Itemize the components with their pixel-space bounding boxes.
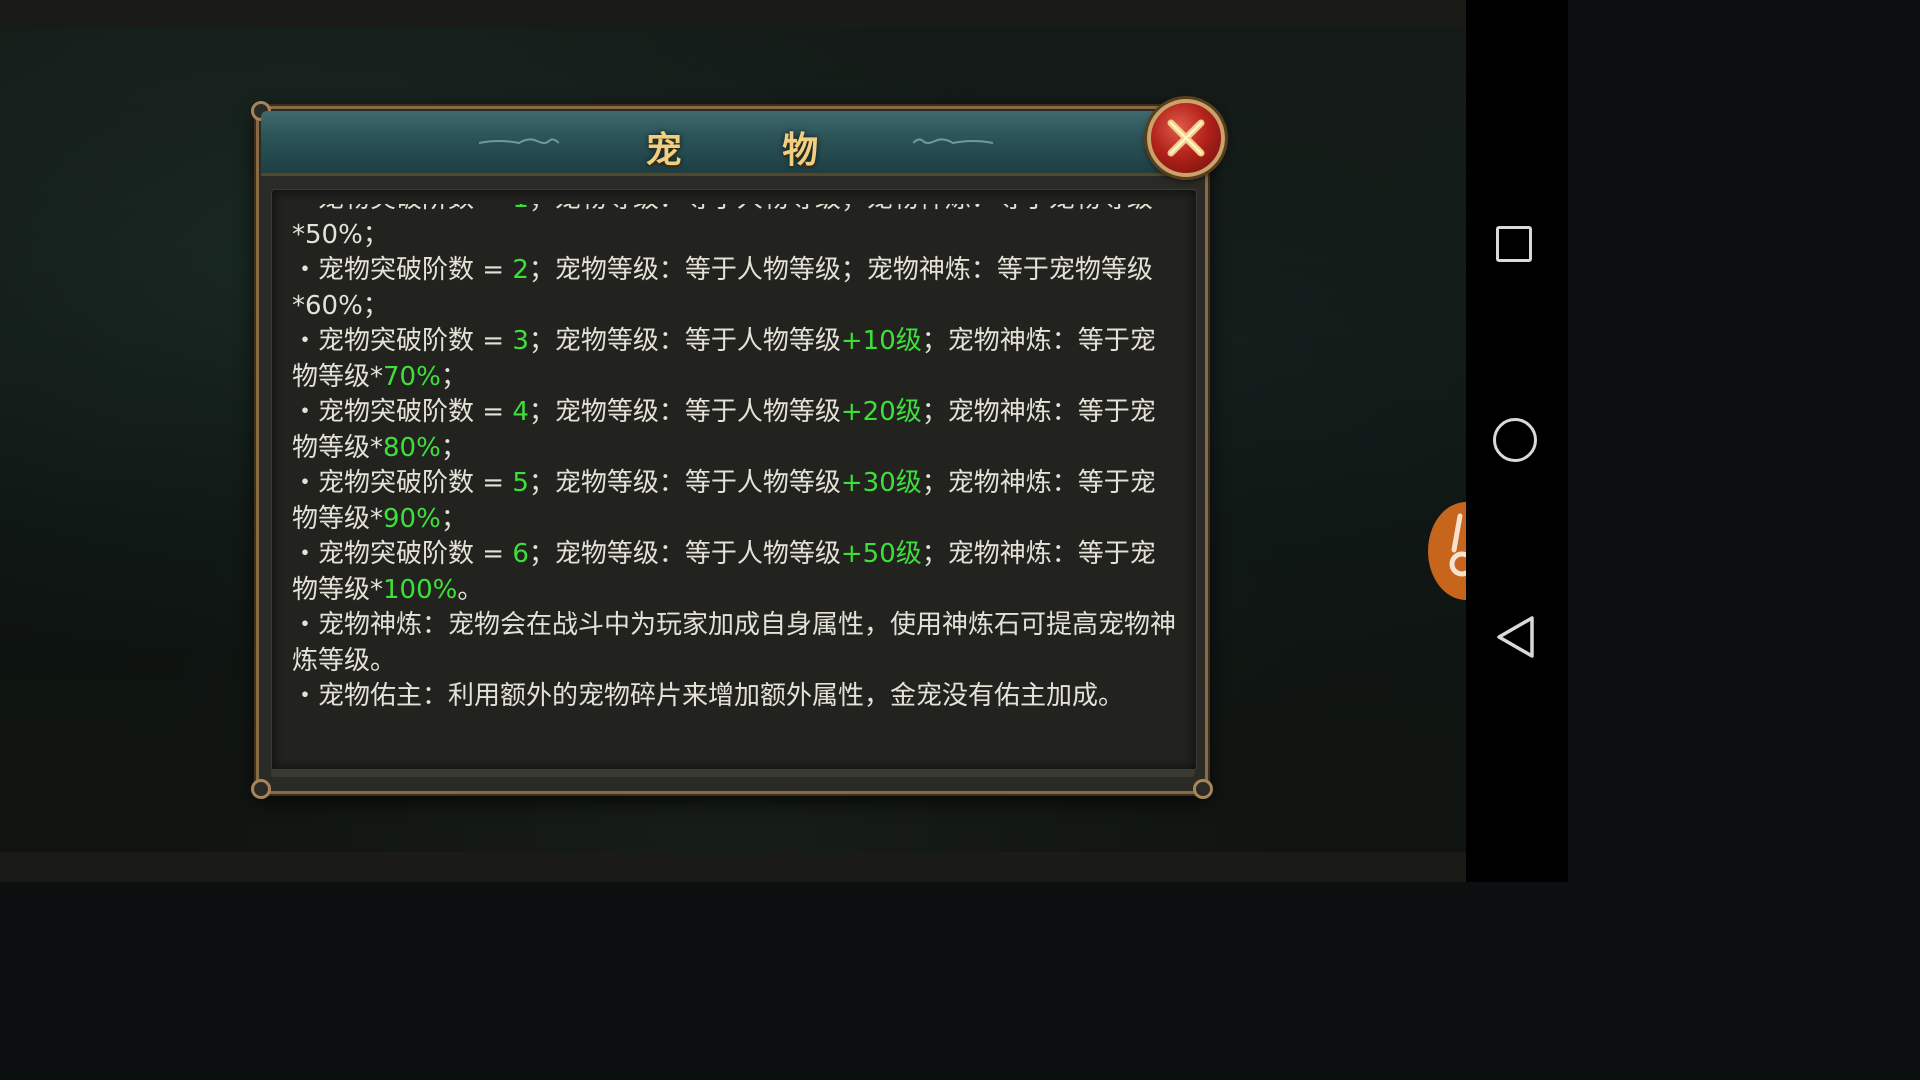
pet-info-dialog: 宠 物 ・宠物突破阶数 = 1；宠物等级：等于人物等级；宠物神炼：等于宠物等级*… [251,99,1225,799]
rule-entry: ・宠物神炼：宠物会在战斗中为玩家加成自身属性，使用神炼石可提高宠物神炼等级。 [292,608,1180,679]
rule-text: ；宠物等级：等于人物等级 [528,539,841,569]
rule-text: ・宠物突破阶数 = [292,539,513,569]
rule-entry: ・宠物突破阶数 = 6；宠物等级：等于人物等级+50级；宠物神炼：等于宠物等级*… [292,537,1180,608]
rule-text: ・宠物突破阶数 = [292,397,513,427]
game-bottom-strip [0,852,1466,882]
rule-text: ・宠物突破阶数 = [292,204,512,214]
highlight-value: 3 [512,326,529,356]
dialog-title-bar: 宠 物 [261,111,1203,176]
close-button[interactable] [1147,99,1225,177]
highlight-value: 5 [512,468,529,498]
rule-text: ・宠物突破阶数 = [292,255,513,285]
highlight-value: 1 [512,204,529,214]
circle-home-icon[interactable] [1493,418,1537,462]
dialog-title: 宠 物 [645,130,863,171]
close-x-icon [1167,119,1205,157]
triangle-back-icon[interactable] [1494,614,1536,660]
highlight-value: 2 [512,255,529,285]
highlight-value: +50级 [840,539,922,569]
content-panel: ・宠物突破阶数 = 1；宠物等级：等于人物等级；宠物神炼：等于宠物等级*50%；… [271,189,1197,771]
frame-corner-ornament [1193,779,1213,799]
rule-entry: ・宠物突破阶数 = 5；宠物等级：等于人物等级+30级；宠物神炼：等于宠物等级*… [292,466,1180,537]
scrollable-text-area[interactable]: ・宠物突破阶数 = 1；宠物等级：等于人物等级；宠物神炼：等于宠物等级*50%；… [292,204,1180,746]
rule-entry: ・宠物突破阶数 = 3；宠物等级：等于人物等级+10级；宠物神炼：等于宠物等级*… [292,324,1180,395]
rule-text: ・宠物佑主：利用额外的宠物碎片来增加额外属性，金宠没有佑主加成。 [292,681,1125,711]
highlight-value: +10级 [840,326,922,356]
highlight-value: +20级 [840,397,922,427]
square-recents-icon[interactable] [1496,226,1532,262]
frame-corner-ornament [251,779,271,799]
rule-text: ・宠物突破阶数 = [292,468,513,498]
highlight-value: 80% [383,432,441,463]
rule-text: ； [440,361,467,392]
highlight-value: +30级 [840,468,922,498]
highlight-value: 70% [383,361,441,392]
rule-text: 。 [457,574,484,605]
rule-text: ； [440,503,467,534]
rule-entry: ・宠物突破阶数 = 2；宠物等级：等于人物等级；宠物神炼：等于宠物等级*60%； [292,253,1180,324]
rule-text: ・宠物神炼：宠物会在战斗中为玩家加成自身属性，使用神炼石可提高宠物神炼等级。 [292,610,1177,676]
cloud-ornament-icon [913,138,993,145]
content-bottom-bar [271,769,1195,777]
rule-text: ・宠物突破阶数 = [292,326,513,356]
highlight-value: 90% [383,503,441,534]
rule-entry: ・宠物佑主：利用额外的宠物碎片来增加额外属性，金宠没有佑主加成。 [292,679,1180,715]
pet-rules-text: ・宠物突破阶数 = 1；宠物等级：等于人物等级；宠物神炼：等于宠物等级*50%；… [292,204,1180,715]
rule-entry: ・宠物突破阶数 = 4；宠物等级：等于人物等级+20级；宠物神炼：等于宠物等级*… [292,395,1180,466]
android-nav-bar [1466,0,1568,882]
rule-text: ；宠物等级：等于人物等级 [528,326,841,356]
highlight-value: 100% [383,574,458,605]
highlight-value: 6 [512,539,529,569]
rule-entry: ・宠物突破阶数 = 1；宠物等级：等于人物等级；宠物神炼：等于宠物等级*50%； [292,204,1180,253]
rule-text: ；宠物等级：等于人物等级 [528,397,841,427]
highlight-value: 4 [512,397,529,427]
rule-text: ；宠物等级：等于人物等级 [528,468,841,498]
game-top-strip [0,0,1466,28]
rule-text: ； [440,432,467,463]
